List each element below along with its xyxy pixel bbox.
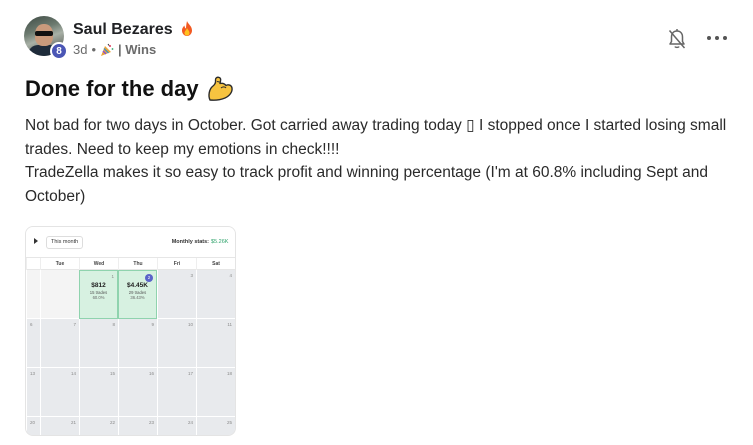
day-number: 4 [229,273,232,278]
day-number: 11 [227,322,232,327]
fire-icon [182,21,193,36]
calendar-day-cell: 11 [196,319,235,368]
day-number: 21 [70,420,76,425]
weekday-label: Sat [196,258,235,270]
range-selector: This month [46,236,84,249]
post-meta: 3d • | Wins [73,42,156,57]
bell-off-icon[interactable] [667,28,687,50]
day-number: 3 [190,273,193,278]
post-title: Done for the day [25,74,235,104]
calendar-day-cell: 16 [118,368,157,417]
calendar-weekday-header: Tue Wed Thu Fri Sat [26,258,235,270]
calendar-day-cell: 24 [157,417,196,435]
level-badge: 8 [50,42,68,60]
day-number: 23 [148,420,154,425]
weekday-label: Thu [118,258,157,270]
calendar-day-cell: 23 [118,417,157,435]
day-rate: 60.0% [92,295,105,300]
image-attachment[interactable]: This month Monthly stats: $5.26K Tue Wed… [25,226,236,436]
calendar-day-cell: 22 [79,417,118,435]
post-body-paragraph: Not bad for two days in October. Got car… [25,117,727,158]
more-dot [707,36,711,40]
calendar-day-cell: 4 [196,270,235,319]
day-number: 13 [30,371,36,376]
day-number: 8 [112,322,115,327]
post-time: 3d [73,42,88,57]
play-arrow-icon [34,238,38,244]
calendar-day-cell: 1 $812 15 trades 60.0% [79,270,118,319]
calendar-day-cell: 9 [118,319,157,368]
calendar-day-cell: 7 [40,319,79,368]
calendar-day-cell [26,270,40,319]
monthly-stats-label: Monthly stats: [171,239,209,245]
post-category[interactable]: | Wins [118,42,156,57]
calendar-day-cell: 8 [79,319,118,368]
weekday-spacer [26,258,40,270]
day-number: 18 [226,371,232,376]
day-number: 15 [109,371,115,376]
calendar-toolbar: This month Monthly stats: $5.26K [26,227,235,258]
post-body: Not bad for two days in October. Got car… [25,114,745,208]
calendar-day-cell: 21 [40,417,79,435]
calendar-day-cell: 10 [157,319,196,368]
author-avatar[interactable]: 8 [24,16,68,60]
calendar-day-cell: 15 [79,368,118,417]
day-number: 9 [151,322,154,327]
author-name-text[interactable]: Saul Bezares [73,21,173,38]
flexed-biceps-icon [207,76,233,101]
day-number: 14 [70,371,76,376]
day-number: 16 [148,371,154,376]
party-popper-icon [101,43,114,56]
day-number: 6 [30,322,33,327]
calendar-day-cell: 18 [196,368,235,417]
more-dot [715,36,719,40]
day-pnl: $4.45K [127,282,148,289]
calendar-day-cell: 25 [196,417,235,435]
calendar-day-cell [40,270,79,319]
meta-separator: • [91,42,97,57]
calendar-day-cell: 17 [157,368,196,417]
today-marker: 2 [145,274,153,282]
weekday-label: Tue [40,258,79,270]
day-number: 1 [111,274,114,279]
more-dot [723,36,727,40]
more-options-button[interactable] [707,30,727,46]
day-number: 17 [187,371,193,376]
calendar-day-cell: 20 [26,417,40,435]
day-number: 10 [187,322,193,327]
day-number: 22 [109,420,115,425]
monthly-stats-value: $5.26K [211,239,229,245]
calendar-day-cell: 13 [26,368,40,417]
calendar-day-cell: 2 $4.45K 29 trades 36.43% [118,270,157,319]
day-rate: 36.43% [130,295,145,300]
author-name[interactable]: Saul Bezares [73,19,193,39]
calendar-grid: 1 $812 15 trades 60.0% 2 $4.45K 29 trades 36.43… [26,270,235,435]
post-body-paragraph: TradeZella makes it so easy to track pro… [25,164,709,205]
day-number: 20 [30,420,36,425]
calendar-day-cell: 6 [26,319,40,368]
calendar-day-cell: 14 [40,368,79,417]
post-title-text: Done for the day [25,76,199,101]
weekday-label: Fri [157,258,196,270]
weekday-label: Wed [79,258,118,270]
calendar-day-cell: 3 [157,270,196,319]
day-number: 25 [226,420,232,425]
day-number: 24 [187,420,193,425]
day-number: 7 [73,322,76,327]
avatar-sunglasses [35,31,53,36]
day-pnl: $812 [91,282,106,289]
